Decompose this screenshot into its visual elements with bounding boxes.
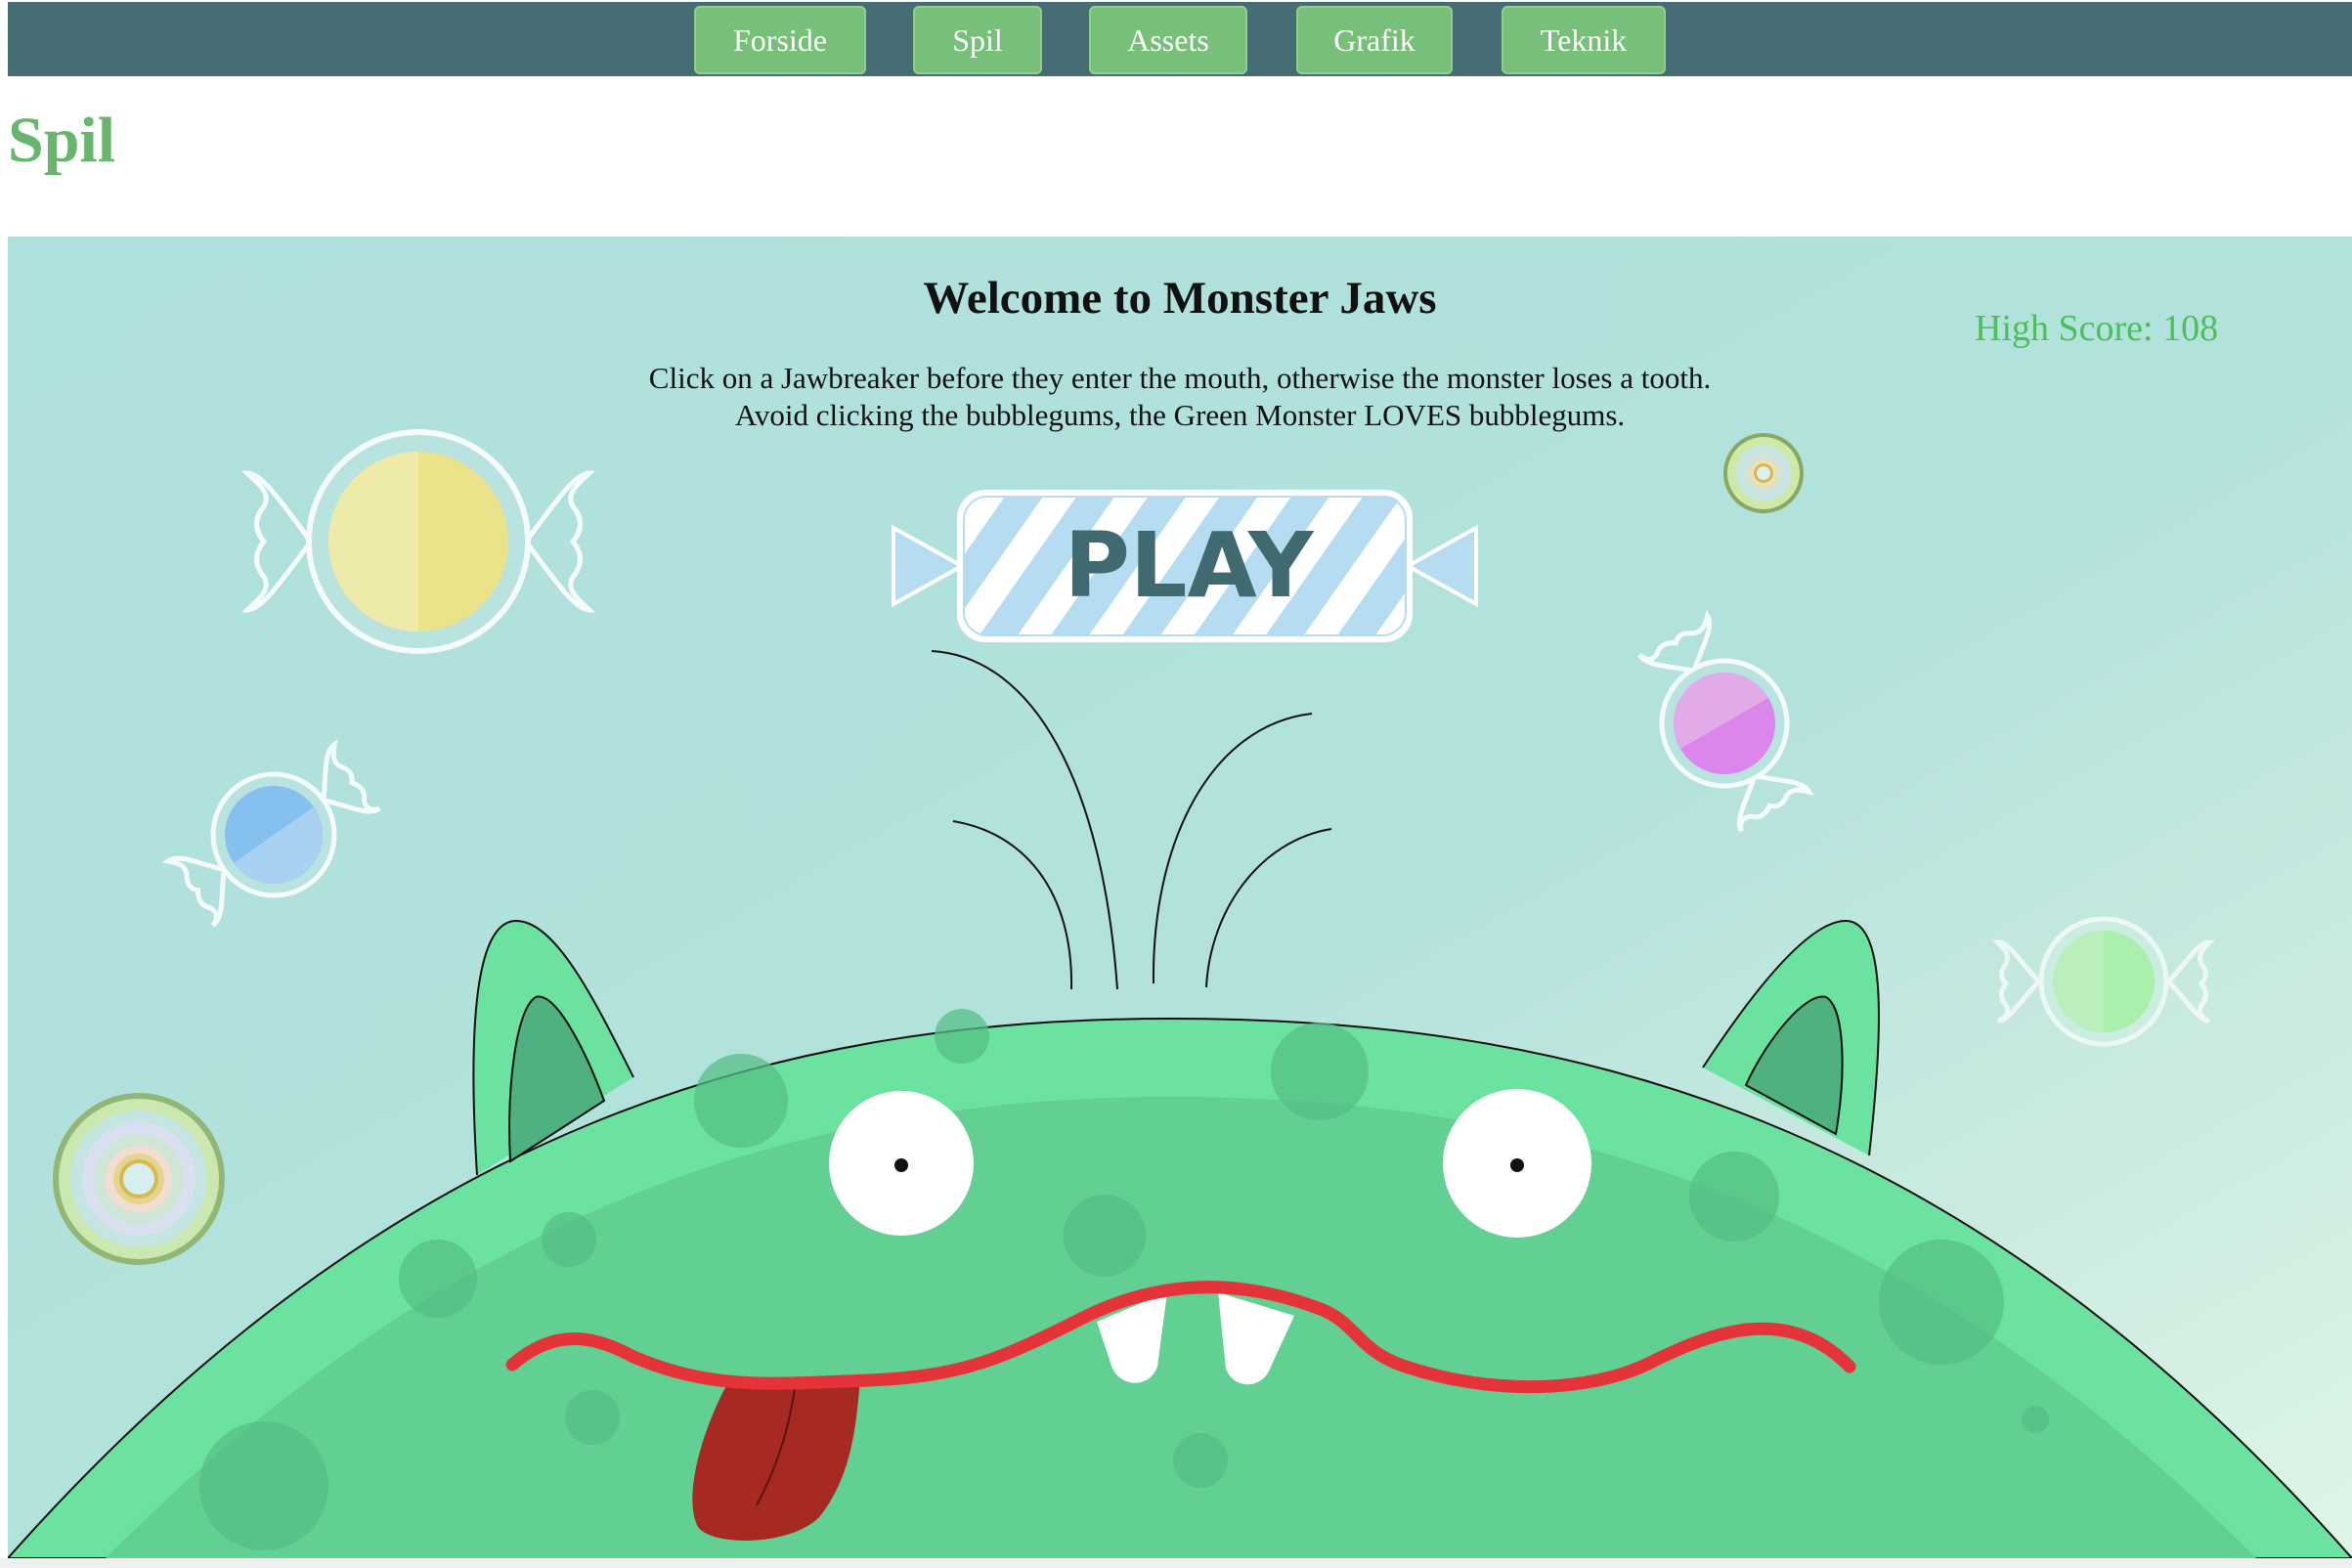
nav-button-assets[interactable]: Assets: [1089, 6, 1247, 74]
game-scene: PLAY: [8, 429, 2352, 1558]
green-bubblegum-icon[interactable]: [1991, 916, 2216, 1047]
monster-hairs: [931, 650, 1332, 990]
nav-button-grafik[interactable]: Grafik: [1296, 6, 1453, 74]
nav-button-teknik[interactable]: Teknik: [1502, 6, 1666, 74]
blue-bubblegum-icon[interactable]: [155, 727, 392, 943]
game-canvas[interactable]: PLAY Welcome to Monster Jaws Click on a …: [8, 237, 2352, 1558]
high-score: High Score: 108: [1975, 307, 2218, 350]
page-title: Spil: [8, 105, 116, 176]
top-nav-bar: Forside Spil Assets Grafik Teknik: [8, 2, 2352, 76]
nav-button-forside[interactable]: Forside: [694, 6, 866, 74]
large-jawbreaker-icon[interactable]: [53, 1093, 225, 1265]
monster: [8, 919, 2352, 1558]
page-bottom-edge: [0, 1558, 2352, 1568]
instructions-line-2: Avoid clicking the bubblegums, the Green…: [734, 398, 1626, 432]
instructions-line-1: Click on a Jawbreaker before they enter …: [648, 361, 1712, 395]
small-jawbreaker-icon[interactable]: [1723, 433, 1804, 513]
nav-button-spil[interactable]: Spil: [913, 6, 1042, 74]
purple-bubblegum-icon[interactable]: [1620, 604, 1830, 843]
play-label: PLAY: [1064, 513, 1314, 618]
high-score-value: 108: [2162, 308, 2219, 349]
high-score-label: High Score:: [1975, 308, 2154, 349]
game-instructions: Click on a Jawbreaker before they enter …: [8, 360, 2352, 434]
play-button[interactable]: PLAY: [892, 490, 1478, 642]
yellow-bubblegum-icon[interactable]: [240, 429, 596, 654]
